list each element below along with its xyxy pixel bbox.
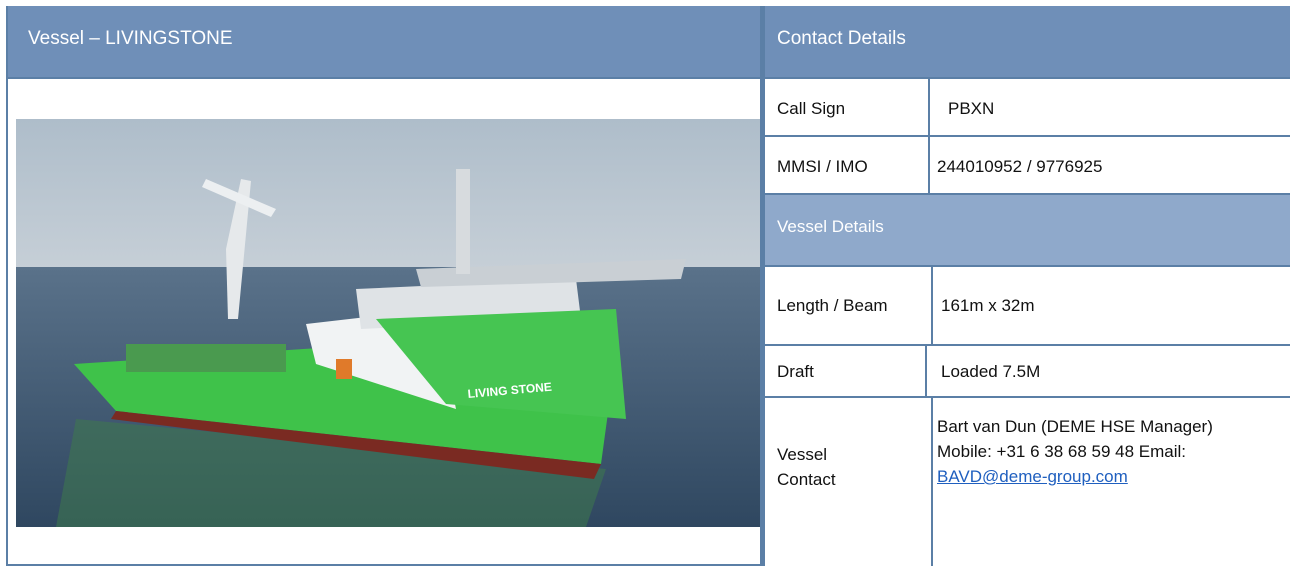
- vessel-photo: LIVING STONE: [16, 119, 760, 527]
- vessel-details-title: Vessel Details: [777, 217, 884, 236]
- draft-label: Draft: [777, 362, 814, 381]
- contact-panel-header: Contact Details: [765, 6, 1290, 79]
- length-beam-value: 161m x 32m: [941, 296, 1035, 315]
- length-beam-label: Length / Beam: [777, 296, 888, 315]
- vessel-contact-info: Bart van Dun (DEME HSE Manager) Mobile: …: [937, 414, 1213, 489]
- draft-row: Draft Loaded 7.5M: [765, 346, 1290, 398]
- vessel-photo-graphic: LIVING STONE: [16, 119, 760, 527]
- contact-mobile: Mobile: +31 6 38 68 59 48 Email:: [937, 442, 1187, 461]
- contact-details-title: Contact Details: [777, 28, 906, 49]
- mmsi-imo-label: MMSI / IMO: [777, 157, 868, 176]
- mmsi-imo-row: MMSI / IMO 244010952 / 9776925: [765, 137, 1290, 195]
- call-sign-row: Call Sign PBXN: [765, 79, 1290, 137]
- vessel-panel-header: Vessel – LIVINGSTONE: [8, 6, 762, 79]
- mmsi-imo-value: 244010952 / 9776925: [937, 157, 1103, 176]
- contact-email-link[interactable]: BAVD@deme-group.com: [937, 467, 1128, 486]
- call-sign-label: Call Sign: [777, 99, 846, 118]
- call-sign-value: PBXN: [948, 99, 995, 118]
- vessel-contact-label: Vessel Contact: [777, 445, 836, 489]
- vessel-details-header: Vessel Details: [765, 195, 1290, 267]
- length-beam-row: Length / Beam 161m x 32m: [765, 267, 1290, 346]
- contact-panel: Contact Details Call Sign PBXN MMSI / IM…: [765, 6, 1290, 566]
- draft-value: Loaded 7.5M: [941, 362, 1041, 381]
- contact-name: Bart van Dun (DEME HSE Manager): [937, 417, 1213, 436]
- vessel-contact-row: Vessel Contact Bart van Dun (DEME HSE Ma…: [765, 398, 1290, 566]
- vessel-panel: Vessel – LIVINGSTONE LIVING STONE: [6, 6, 762, 566]
- vessel-title: Vessel – LIVINGSTONE: [28, 28, 233, 49]
